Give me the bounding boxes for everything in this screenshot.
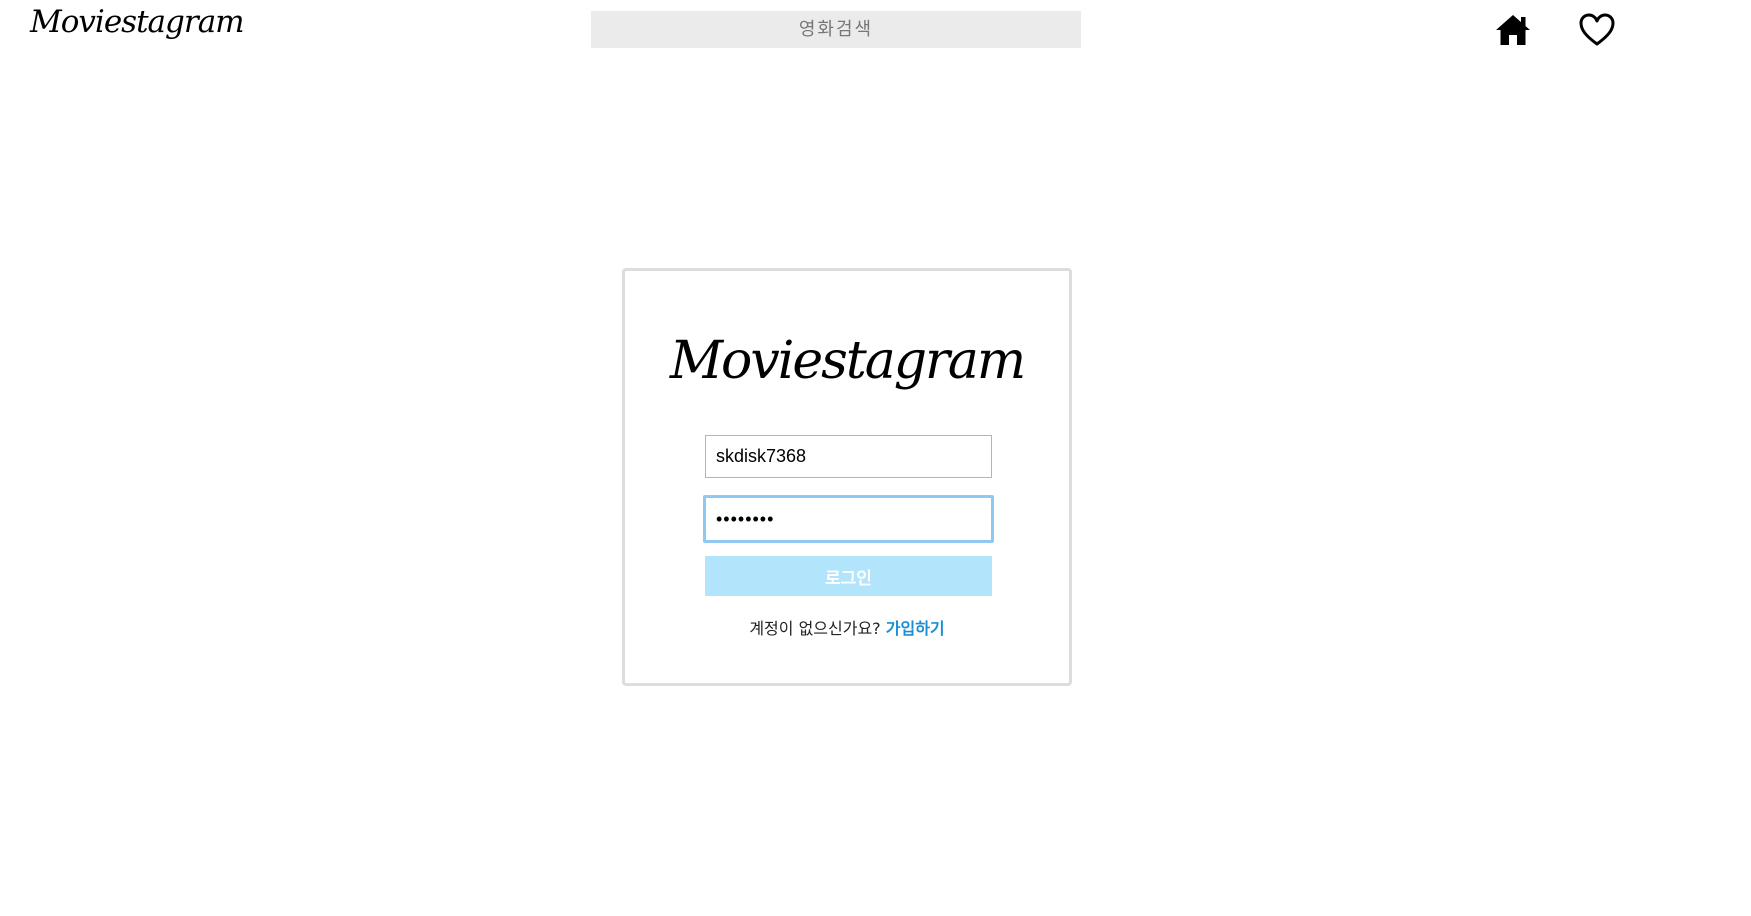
login-button[interactable]: 로그인 bbox=[705, 556, 992, 596]
signup-prompt: 계정이 없으신가요? bbox=[749, 619, 881, 638]
heart-icon[interactable] bbox=[1578, 12, 1616, 48]
login-brand-logo: Moviestagram bbox=[669, 331, 1026, 391]
password-field[interactable] bbox=[703, 495, 994, 543]
top-navbar: Moviestagram bbox=[0, 0, 1751, 62]
signup-link[interactable]: 가입하기 bbox=[886, 619, 945, 638]
username-field[interactable] bbox=[705, 435, 992, 478]
brand-logo[interactable]: Moviestagram bbox=[30, 4, 245, 40]
search-input[interactable] bbox=[591, 11, 1081, 48]
signup-row: 계정이 없으신가요? 가입하기 bbox=[625, 615, 1069, 639]
home-icon[interactable] bbox=[1494, 12, 1532, 48]
login-card: Moviestagram 로그인 계정이 없으신가요? 가입하기 bbox=[622, 268, 1072, 686]
